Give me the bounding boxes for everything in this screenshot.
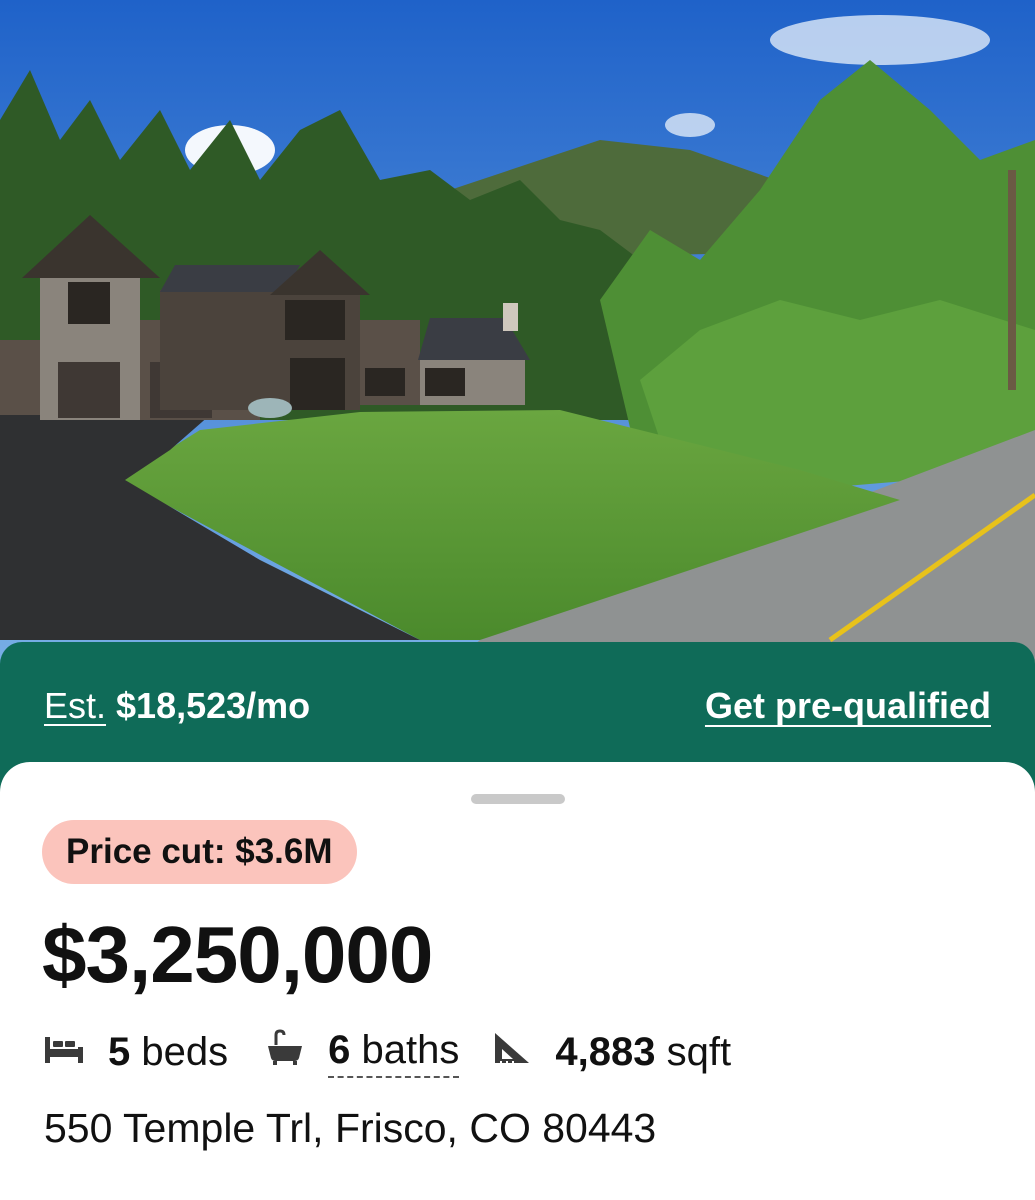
listing-photo[interactable]	[0, 0, 1035, 680]
listing-price: $3,250,000	[42, 910, 433, 999]
home-facts-row: 5 beds 6 baths 4,883 sqft	[44, 1026, 731, 1078]
baths-count: 6	[328, 1028, 351, 1072]
sqft-count: 4,883	[555, 1030, 656, 1074]
estimate-label[interactable]: Est.	[44, 685, 106, 726]
sqft-label: sqft	[666, 1030, 732, 1074]
house-photo-illustration	[0, 0, 1035, 680]
price-cut-badge: Price cut: $3.6M	[42, 820, 357, 884]
bathtub-icon	[266, 1028, 304, 1076]
baths-fact[interactable]: 6 baths	[266, 1026, 460, 1078]
bed-icon	[44, 1028, 84, 1076]
get-pre-qualified-link[interactable]: Get pre-qualified	[705, 686, 991, 726]
listing-details-sheet: Price cut: $3.6M $3,250,000 5 beds 6 bat…	[0, 762, 1035, 1200]
listing-address: 550 Temple Trl, Frisco, CO 80443	[44, 1105, 657, 1151]
baths-detail[interactable]: 6 baths	[328, 1026, 460, 1078]
sqft-fact: 4,883 sqft	[493, 1028, 731, 1076]
sheet-drag-handle[interactable]	[471, 794, 565, 804]
beds-fact: 5 beds	[44, 1028, 228, 1076]
beds-count: 5	[108, 1030, 131, 1074]
estimate-value: $18,523/mo	[116, 685, 311, 726]
baths-label: baths	[361, 1028, 460, 1072]
monthly-estimate[interactable]: Est. $18,523/mo	[44, 686, 310, 726]
ruler-triangle-icon	[493, 1028, 531, 1076]
beds-label: beds	[141, 1030, 229, 1074]
